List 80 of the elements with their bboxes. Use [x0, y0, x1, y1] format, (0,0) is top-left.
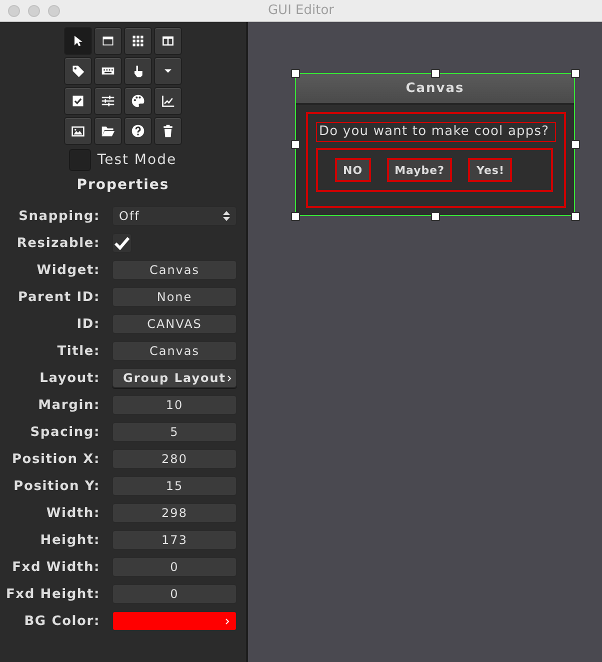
- grid-icon: [131, 34, 145, 48]
- properties-heading: Properties: [76, 177, 170, 193]
- test-mode-label: Test Mode: [97, 152, 177, 168]
- resize-handle[interactable]: [571, 140, 580, 149]
- canvas-button[interactable]: NO: [335, 158, 371, 182]
- resize-handle[interactable]: [431, 69, 440, 78]
- property-label: Resizable:: [16, 236, 100, 250]
- help-icon: [131, 124, 145, 138]
- tool-button[interactable]: [124, 57, 152, 85]
- text-field[interactable]: 298: [112, 503, 237, 523]
- text-field[interactable]: CANVAS: [112, 314, 237, 334]
- text-field[interactable]: 15: [112, 476, 237, 496]
- tool-button[interactable]: [94, 117, 122, 145]
- canvas-widget[interactable]: Canvas Do you want to make cool apps? NO Maybe? Yes!: [295, 73, 575, 216]
- property-label: Fxd Height:: [4, 586, 100, 602]
- resize-handle[interactable]: [291, 140, 300, 149]
- tool-button[interactable]: [124, 117, 152, 145]
- line-chart-icon: [161, 94, 175, 108]
- palette-icon: [131, 94, 145, 108]
- property-label: Widget:: [36, 262, 100, 278]
- text-field[interactable]: 10: [112, 395, 237, 415]
- property-label: Position X:: [10, 452, 100, 466]
- property-label: Margin:: [37, 398, 100, 412]
- tool-button[interactable]: [94, 57, 122, 85]
- canvas-button[interactable]: Yes!: [468, 158, 512, 182]
- property-label: Fxd Width:: [11, 560, 100, 574]
- text-field[interactable]: Canvas: [112, 341, 237, 361]
- text-field[interactable]: None: [112, 287, 237, 307]
- layout-button[interactable]: Group Layout: [112, 368, 237, 388]
- resize-handle[interactable]: [291, 69, 300, 78]
- tool-button[interactable]: [124, 87, 152, 115]
- chevron-right-icon: [227, 374, 232, 382]
- columns-icon: [161, 34, 175, 48]
- chevron-right-icon: [225, 618, 230, 624]
- resize-handle[interactable]: [291, 212, 300, 221]
- text-field[interactable]: 5: [112, 422, 237, 442]
- trash-icon: [161, 124, 175, 138]
- tool-button[interactable]: [154, 117, 182, 145]
- tool-button[interactable]: [64, 87, 92, 115]
- checkbox-icon: [71, 94, 85, 108]
- folder-icon: [101, 124, 115, 138]
- checkmark-icon: [114, 236, 130, 250]
- text-field[interactable]: 0: [112, 584, 237, 604]
- color-picker-button[interactable]: [112, 611, 237, 631]
- property-label: Layout:: [38, 370, 100, 386]
- property-label: ID:: [76, 316, 100, 332]
- tool-button[interactable]: [64, 117, 92, 145]
- up-down-arrows-icon: [223, 211, 230, 221]
- snapping-dropdown[interactable]: Off: [112, 206, 237, 226]
- text-field[interactable]: 280: [112, 449, 237, 469]
- tool-button[interactable]: [94, 87, 122, 115]
- property-label: Position Y:: [12, 478, 100, 494]
- property-label: Title:: [56, 344, 100, 358]
- window-title: GUI Editor: [268, 3, 334, 18]
- property-label: Width:: [45, 506, 100, 520]
- text-field[interactable]: 173: [112, 530, 237, 550]
- image-icon: [71, 124, 85, 138]
- question-label: Do you want to make cool apps?: [316, 122, 556, 142]
- property-label: Snapping:: [18, 208, 100, 224]
- resize-handle[interactable]: [571, 212, 580, 221]
- tool-button[interactable]: [154, 27, 182, 55]
- checkbox[interactable]: [112, 233, 132, 253]
- sliders-icon: [101, 94, 115, 108]
- property-label: BG Color:: [23, 614, 100, 628]
- tool-button[interactable]: [64, 27, 92, 55]
- property-label: Parent ID:: [16, 290, 100, 304]
- property-label: Spacing:: [29, 424, 100, 440]
- resize-handle[interactable]: [431, 212, 440, 221]
- tool-button[interactable]: [64, 57, 92, 85]
- tool-button[interactable]: [154, 87, 182, 115]
- canvas-title-bar: Canvas: [296, 74, 574, 105]
- text-field[interactable]: 0: [112, 557, 237, 577]
- canvas-button[interactable]: Maybe?: [386, 158, 452, 182]
- tag-icon: [71, 64, 85, 78]
- text-field[interactable]: Canvas: [112, 260, 237, 280]
- resize-handle[interactable]: [571, 69, 580, 78]
- property-label: Height:: [39, 532, 100, 548]
- tool-button[interactable]: [94, 27, 122, 55]
- window-icon: [101, 34, 115, 48]
- tool-button[interactable]: [124, 27, 152, 55]
